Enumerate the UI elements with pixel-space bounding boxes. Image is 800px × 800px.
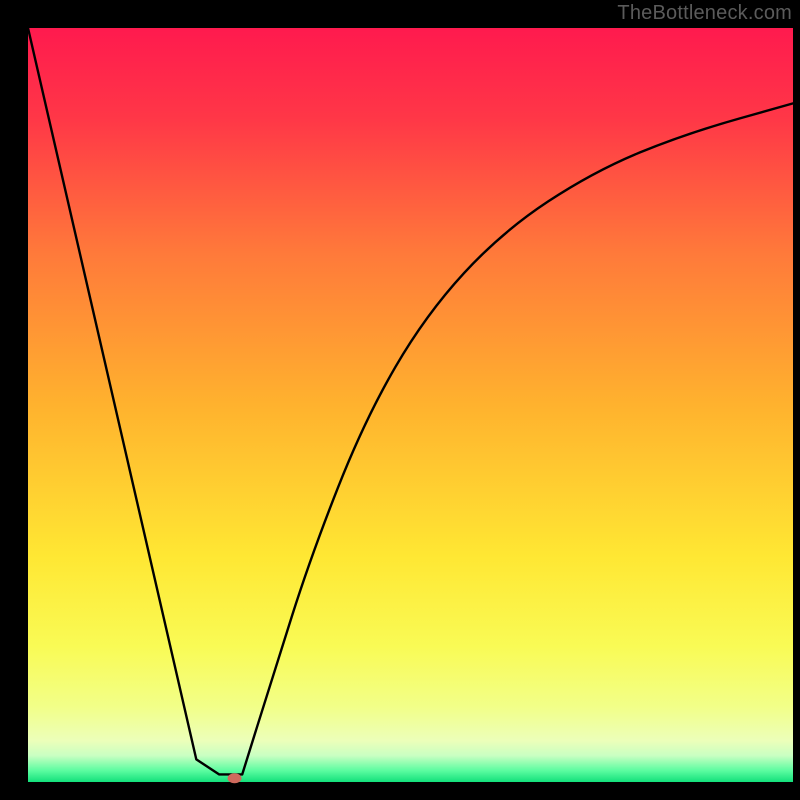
chart-container: TheBottleneck.com	[0, 0, 800, 800]
chart-svg	[0, 0, 800, 800]
plot-area	[28, 28, 793, 782]
marker-dot	[228, 773, 242, 783]
watermark-text: TheBottleneck.com	[617, 2, 792, 25]
